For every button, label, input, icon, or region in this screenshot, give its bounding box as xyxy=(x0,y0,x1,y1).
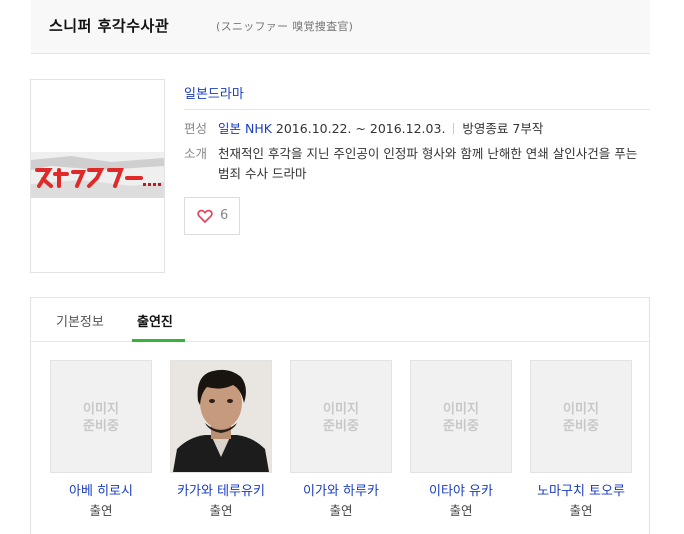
poster-image[interactable] xyxy=(30,79,165,273)
cast-photo-placeholder[interactable]: 이미지 준비중 xyxy=(50,360,152,473)
cast-name-link[interactable]: 이타야 유카 xyxy=(395,480,527,499)
info-divider xyxy=(184,109,650,110)
cast-photo-placeholder[interactable]: 이미지 준비중 xyxy=(530,360,632,473)
cast-name-link[interactable]: 카가와 테루유키 xyxy=(155,480,287,499)
cast-role: 출연 xyxy=(209,503,233,518)
broadcast-status: 방영종료 7부작 xyxy=(462,121,544,136)
poster-logo-image xyxy=(31,152,164,198)
person-photo-image xyxy=(171,361,271,472)
active-tab-indicator xyxy=(132,339,185,342)
cast-role: 출연 xyxy=(89,503,113,518)
cast-name-link[interactable]: 이가와 하루카 xyxy=(275,480,407,499)
cast-name-link[interactable]: 노마구치 토오루 xyxy=(515,480,647,499)
heart-icon xyxy=(197,209,213,223)
page-title: 스니퍼 후각수사관 xyxy=(49,17,170,35)
tab-basic-info[interactable]: 기본정보 xyxy=(56,311,104,330)
cast-photo[interactable] xyxy=(170,360,272,473)
no-image-text: 이미지 준비중 xyxy=(323,402,359,434)
tab-cast[interactable]: 출연진 xyxy=(137,311,173,330)
no-image-text: 이미지 준비중 xyxy=(443,402,479,434)
detail-panel: 기본정보 출연진 이미지 준비중 아베 히로시 출연 카가와 테루유키 출연 이… xyxy=(30,297,650,534)
title-bar: 스니퍼 후각수사관 (スニッファー 嗅覚捜査官) xyxy=(31,0,650,54)
cast-role: 출연 xyxy=(329,503,353,518)
publish-label: 편성 xyxy=(184,121,208,136)
publish-channel-link[interactable]: 일본 NHK xyxy=(218,121,272,136)
original-title: (スニッファー 嗅覚捜査官) xyxy=(216,20,354,33)
no-image-text: 이미지 준비중 xyxy=(83,402,119,434)
cast-photo-placeholder[interactable]: 이미지 준비중 xyxy=(290,360,392,473)
like-count: 6 xyxy=(220,208,229,223)
intro-text: 천재적인 후각을 지닌 주인공이 인정파 형사와 함께 난해한 연쇄 살인사건을… xyxy=(218,146,638,181)
cast-role: 출연 xyxy=(449,503,473,518)
cast-role: 출연 xyxy=(569,503,593,518)
genre-link[interactable]: 일본드라마 xyxy=(184,83,244,102)
publish-value: 일본 NHK 2016.10.22. ~ 2016.12.03. 방영종료 7부작 xyxy=(218,119,543,139)
separator xyxy=(453,123,455,134)
like-button[interactable]: 6 xyxy=(184,197,240,235)
publish-period: 2016.10.22. ~ 2016.12.03. xyxy=(275,121,446,136)
cast-photo-placeholder[interactable]: 이미지 준비중 xyxy=(410,360,512,473)
intro-label: 소개 xyxy=(184,146,208,161)
tab-bar: 기본정보 출연진 xyxy=(31,298,649,342)
cast-name-link[interactable]: 아베 히로시 xyxy=(35,480,167,499)
no-image-text: 이미지 준비중 xyxy=(563,402,599,434)
